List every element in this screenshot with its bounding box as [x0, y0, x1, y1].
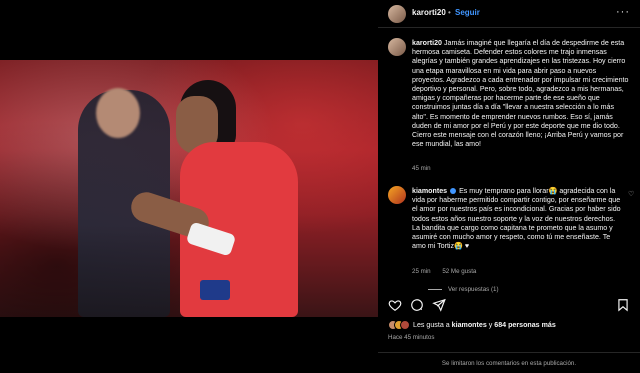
post-timestamp: Hace 45 minutos	[388, 334, 435, 341]
liker-avatar	[400, 320, 410, 330]
comment-username[interactable]: kiamontes	[412, 187, 447, 195]
post-photo	[0, 60, 378, 317]
comment-like-count[interactable]: 52 Me gusta	[442, 268, 476, 275]
likes-prefix: Les gusta a	[413, 321, 450, 329]
share-icon[interactable]	[432, 298, 446, 312]
bookmark-icon[interactable]	[616, 298, 630, 312]
volleyball-player-figure	[127, 80, 320, 317]
more-options-icon[interactable]: ···	[616, 6, 630, 18]
commenter-avatar[interactable]	[388, 186, 406, 204]
coach-head	[96, 88, 140, 138]
comment: kiamontes Es muy temprano para llorar😭 a…	[412, 187, 622, 251]
action-bar	[378, 298, 640, 316]
caption-username[interactable]: karorti20	[412, 39, 442, 47]
post-header: karorti20 • Seguir ···	[378, 0, 640, 28]
likes-count[interactable]: 684 personas más	[494, 321, 556, 329]
caption-timestamp: 45 min	[412, 165, 431, 172]
comment-timestamp: 25 min	[412, 268, 431, 275]
likes-text[interactable]: Les gusta a kiamontes y 684 personas más	[413, 321, 556, 329]
separator-dot: •	[448, 8, 451, 17]
view-replies-link[interactable]: Ver respuestas (1)	[428, 286, 499, 293]
comment-meta: 25 min 52 Me gusta	[412, 268, 486, 275]
heart-icon[interactable]	[388, 298, 402, 312]
likes-connector: y	[488, 321, 493, 329]
author-avatar[interactable]	[388, 5, 406, 23]
comment-icon[interactable]	[410, 298, 424, 312]
verified-badge-icon	[450, 188, 457, 195]
instagram-post-viewer: karorti20 • Seguir ··· karorti20 Jamás i…	[0, 0, 640, 373]
caption-text: Jamás imaginé que llegaría el día de des…	[412, 39, 629, 149]
post-media[interactable]	[0, 0, 378, 373]
follow-button[interactable]: Seguir	[455, 8, 480, 17]
post-caption: karorti20 Jamás imaginé que llegaría el …	[412, 39, 630, 149]
player-jersey-patch	[200, 280, 230, 300]
comment-like-heart-icon[interactable]: ♡	[628, 190, 634, 198]
post-details-panel: karorti20 • Seguir ··· karorti20 Jamás i…	[378, 0, 640, 373]
comment-text: Es muy temprano para llorar😭 agradecida …	[412, 187, 621, 251]
likes-user[interactable]: kiamontes	[452, 321, 487, 329]
author-username[interactable]: karorti20	[412, 8, 446, 17]
comments-limited-notice: Se limitaron los comentarios en esta pub…	[378, 352, 640, 367]
caption-author-avatar[interactable]	[388, 38, 406, 56]
